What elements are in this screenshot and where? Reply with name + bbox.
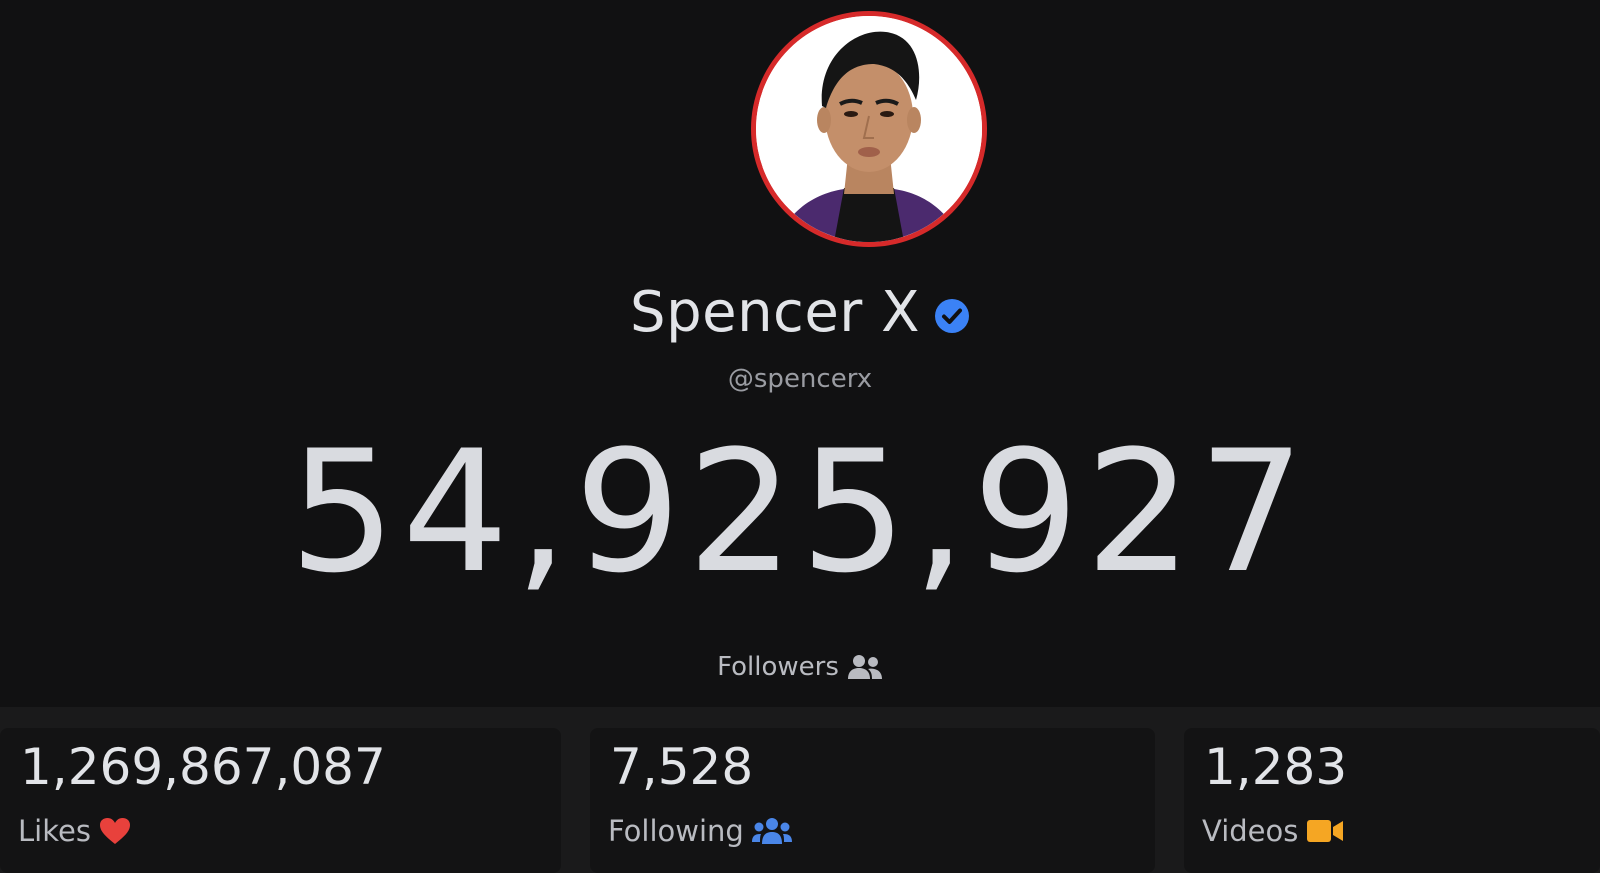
profile-photo: [756, 16, 982, 242]
stat-card-likes: 1,269,867,087 Likes: [0, 728, 561, 873]
user-group-icon: [751, 818, 792, 844]
videos-value: 1,283: [1204, 738, 1348, 796]
profile-name: Spencer X: [630, 280, 920, 345]
likes-label: Likes: [18, 814, 91, 848]
avatar[interactable]: [751, 11, 987, 247]
videos-label: Videos: [1202, 814, 1299, 848]
following-value: 7,528: [610, 738, 754, 796]
stat-card-videos: 1,283 Videos: [1184, 728, 1600, 873]
verified-badge-icon: [934, 299, 969, 333]
profile-page: Spencer X @spencerx 54,925,927 Followers…: [0, 0, 1600, 873]
user-group-icon: [847, 655, 882, 679]
following-label: Following: [608, 814, 744, 848]
followers-label-row: Followers: [0, 652, 1600, 682]
likes-label-row: Likes: [18, 814, 131, 848]
profile-name-row: Spencer X: [0, 278, 1600, 348]
profile-handle: @spencerx: [727, 364, 873, 394]
heart-icon: [99, 818, 130, 844]
video-camera-icon: [1307, 820, 1344, 842]
stat-card-following: 7,528 Following: [590, 728, 1155, 873]
videos-label-row: Videos: [1202, 814, 1344, 848]
follower-count: 54,925,927: [289, 414, 1311, 610]
followers-label: Followers: [717, 652, 839, 682]
following-label-row: Following: [608, 814, 792, 848]
likes-value: 1,269,867,087: [20, 738, 386, 796]
